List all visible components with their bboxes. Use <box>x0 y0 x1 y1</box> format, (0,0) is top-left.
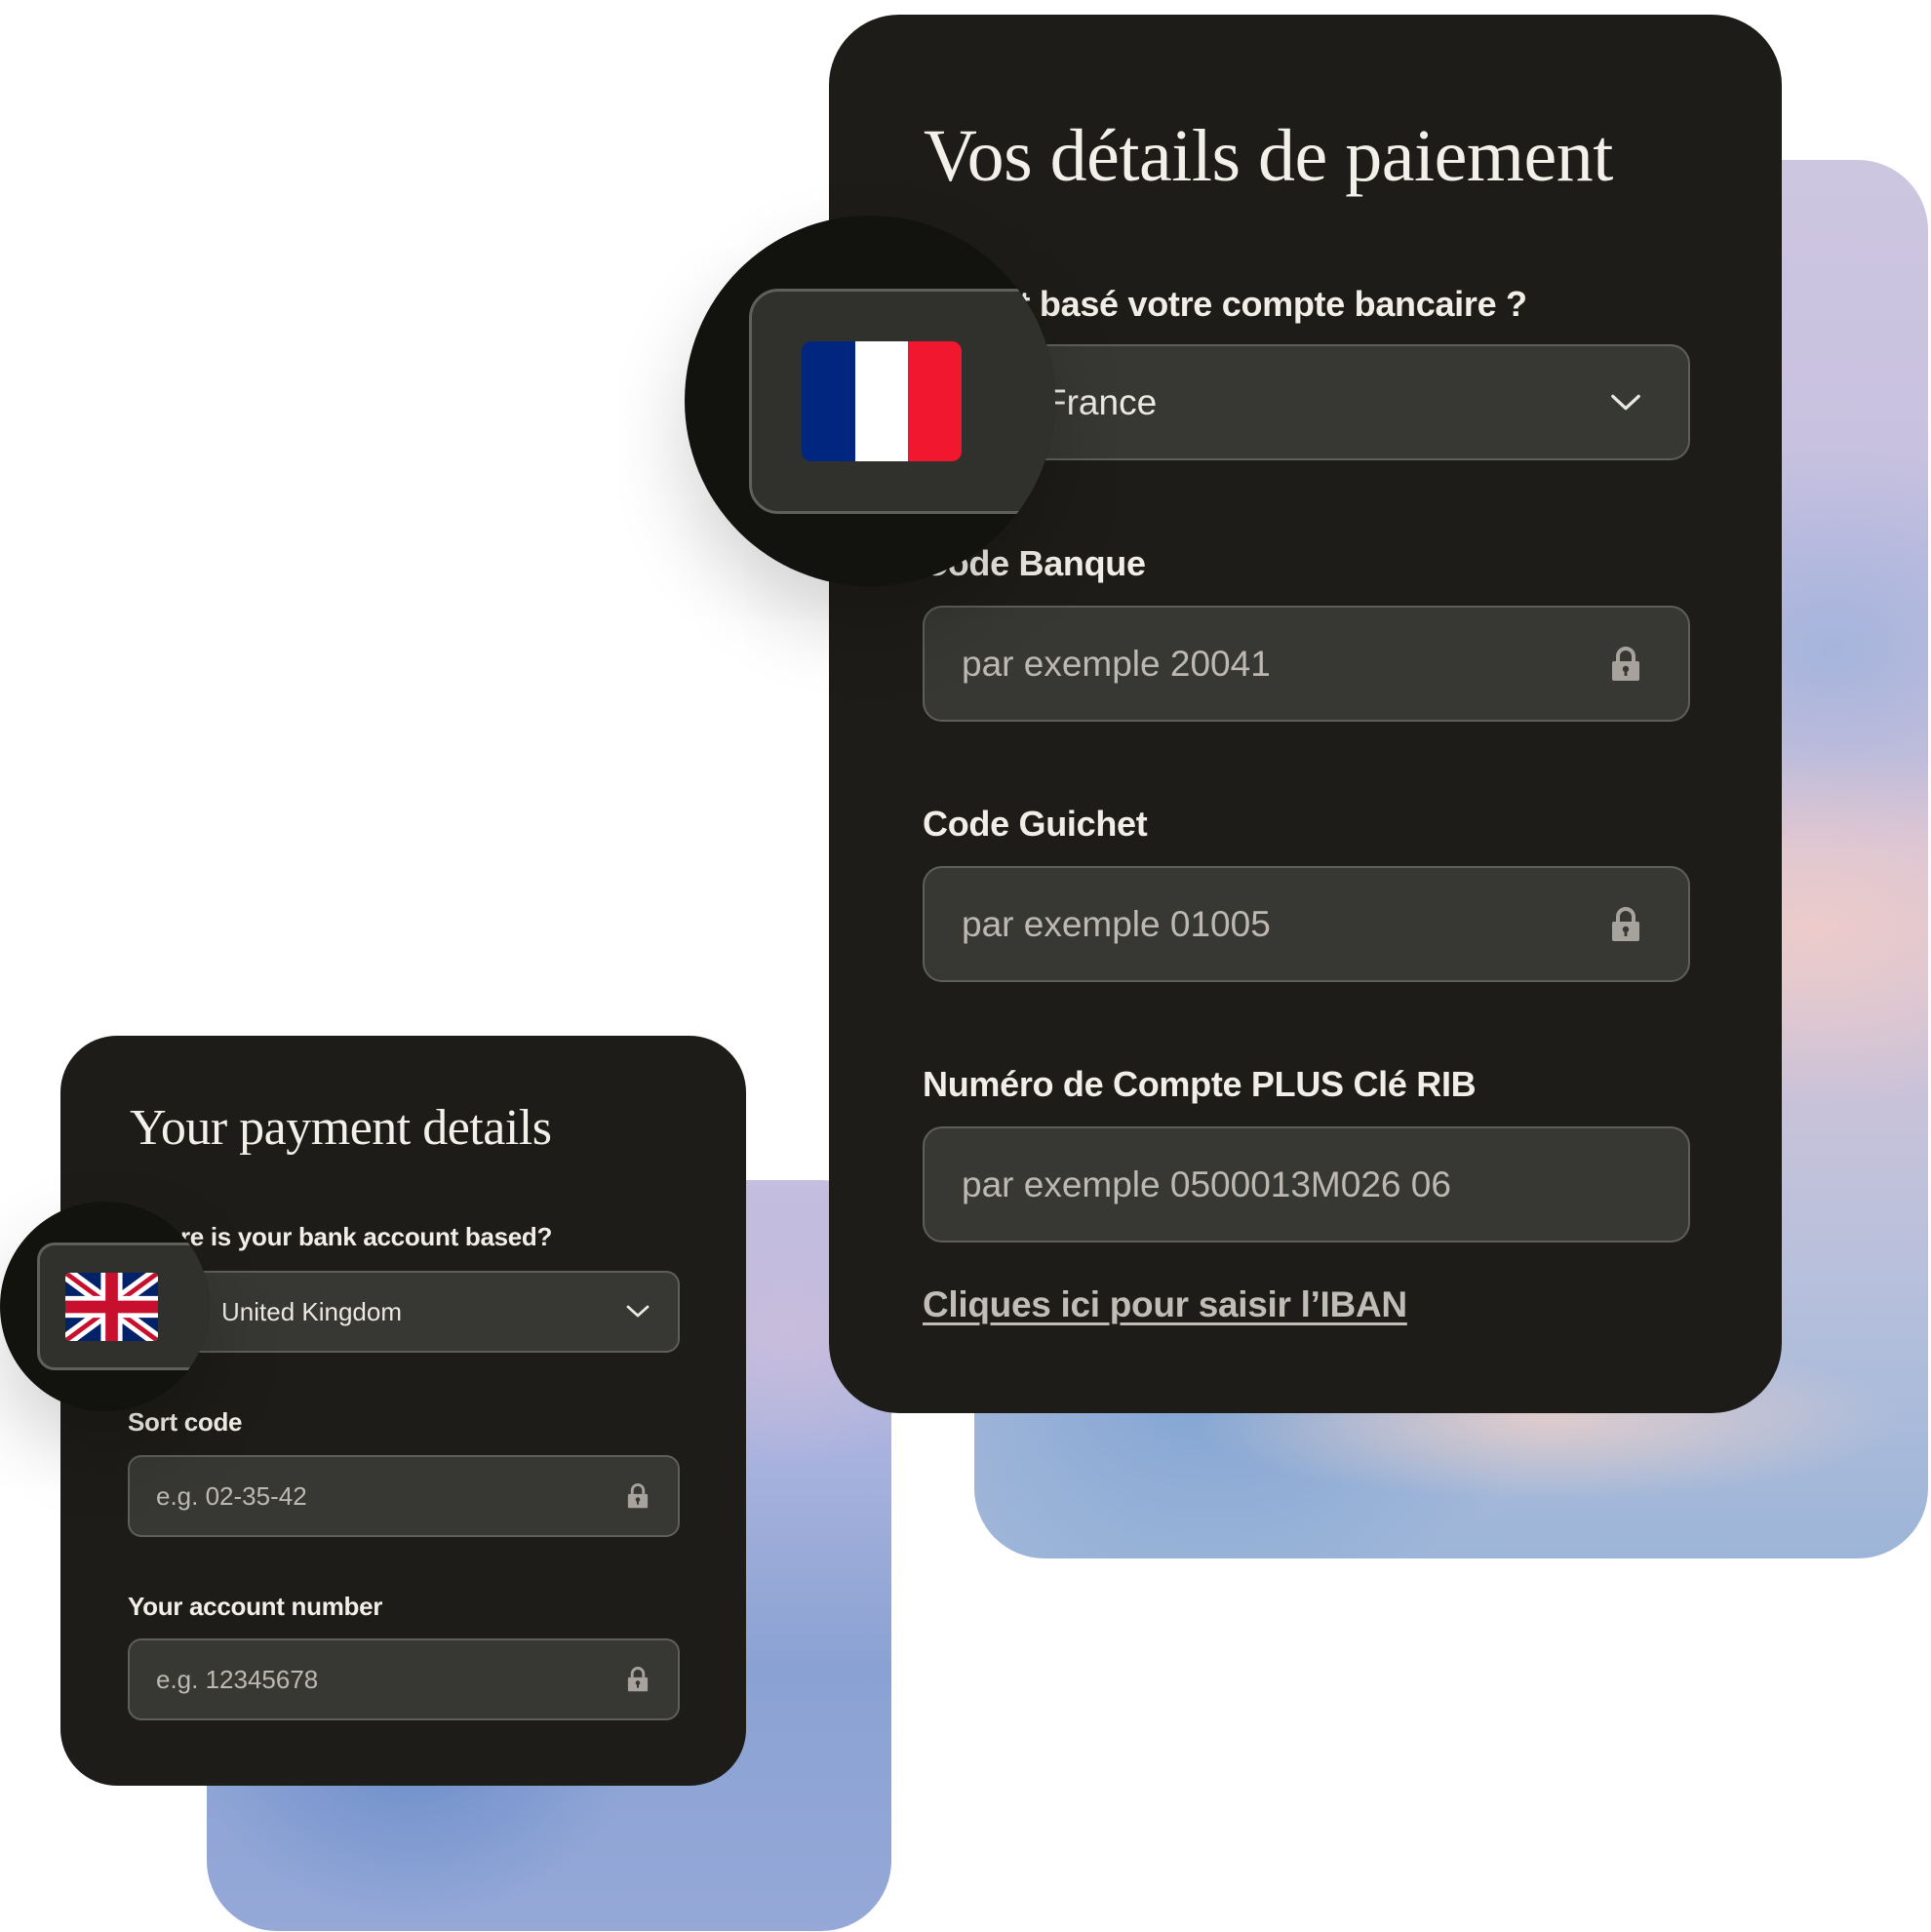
country-select-en[interactable]: United Kingdom <box>128 1271 680 1353</box>
sort-code-input[interactable]: e.g. 02-35-42 <box>128 1455 680 1537</box>
flag-magnifier-fr <box>685 216 1055 586</box>
flag-stripe-blue <box>802 341 855 461</box>
flag-stripe-red <box>908 341 962 461</box>
field-label-sort-code: Sort code <box>128 1407 243 1437</box>
uk-flag-icon <box>65 1273 158 1341</box>
chevron-down-icon <box>626 1299 650 1324</box>
english-payment-card: Your payment details Where is your bank … <box>60 1036 746 1786</box>
france-flag-icon <box>802 341 962 461</box>
french-card-title: Vos détails de paiement <box>924 115 1613 197</box>
field-label-account-number: Your account number <box>128 1592 383 1621</box>
account-number-placeholder: e.g. 12345678 <box>156 1664 319 1694</box>
numero-compte-placeholder: par exemple 0500013M026 06 <box>962 1163 1451 1204</box>
flag-magnifier-en <box>0 1202 210 1411</box>
french-payment-card: Vos détails de paiement Où est basé votr… <box>829 15 1782 1413</box>
chevron-down-icon <box>1610 385 1641 420</box>
account-number-input[interactable]: e.g. 12345678 <box>128 1638 680 1720</box>
sort-code-placeholder: e.g. 02-35-42 <box>156 1480 307 1511</box>
lock-icon <box>626 1667 650 1692</box>
code-banque-placeholder: par exemple 20041 <box>962 643 1271 684</box>
code-banque-input[interactable]: par exemple 20041 <box>923 606 1690 722</box>
field-label-code-guichet: Code Guichet <box>923 804 1148 844</box>
lock-icon <box>1610 646 1641 682</box>
field-label-numero-compte: Numéro de Compte PLUS Clé RIB <box>923 1064 1477 1104</box>
code-guichet-input[interactable]: par exemple 01005 <box>923 866 1690 982</box>
lock-icon <box>626 1483 650 1509</box>
flag-stripe-white <box>854 341 909 461</box>
numero-compte-input[interactable]: par exemple 0500013M026 06 <box>923 1126 1690 1242</box>
code-guichet-placeholder: par exemple 01005 <box>962 903 1271 944</box>
enter-iban-link[interactable]: Cliques ici pour saisir l’IBAN <box>923 1282 1407 1327</box>
lock-icon <box>1610 906 1641 942</box>
english-card-title: Your payment details <box>130 1100 552 1156</box>
